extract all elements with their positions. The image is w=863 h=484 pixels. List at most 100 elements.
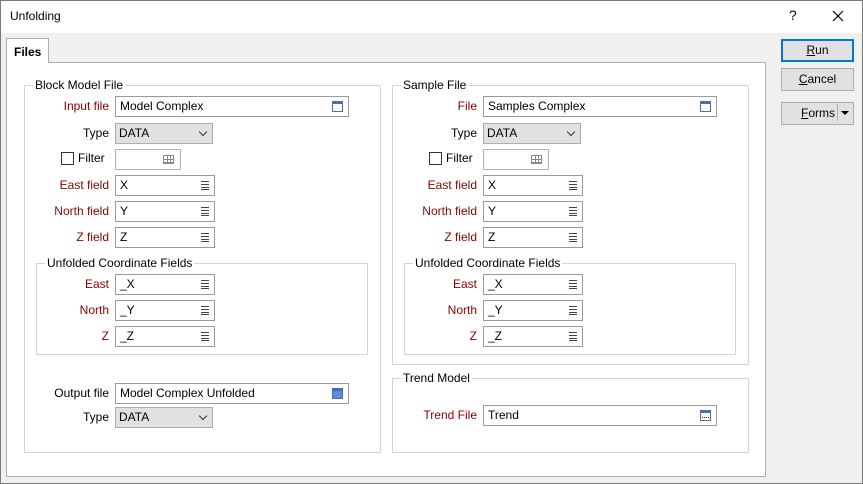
sample-z-label: Z field <box>444 230 477 244</box>
sample-filter-input[interactable] <box>483 149 549 170</box>
dropdown-arrow-icon[interactable] <box>841 111 849 115</box>
sample-unfolded-z-label: Z <box>469 329 477 343</box>
unfolded-east-label: East <box>84 277 109 291</box>
input-file-field[interactable]: Model Complex <box>115 96 349 117</box>
east-field-input[interactable]: X <box>115 175 215 196</box>
chevron-down-icon <box>198 411 208 421</box>
unfolding-dialog: Unfolding ? Files Block Model File Input… <box>0 0 863 484</box>
sample-unfolded-north-input[interactable]: _Y <box>483 300 583 321</box>
sample-unfolded-north-value: _Y <box>488 303 503 317</box>
trend-file-label: Trend File <box>423 408 477 422</box>
sample-group-label: Sample File <box>401 78 469 92</box>
list-icon[interactable] <box>201 332 209 341</box>
sample-z-value: Z <box>488 230 496 244</box>
list-icon[interactable] <box>569 280 577 289</box>
tab-files[interactable]: Files <box>6 38 49 63</box>
sample-unfolded-z-value: _Z <box>488 329 503 343</box>
type-select[interactable]: DATA <box>115 123 213 144</box>
filter-input[interactable] <box>115 149 181 170</box>
chevron-down-icon <box>566 127 576 137</box>
list-icon[interactable] <box>201 280 209 289</box>
east-field-value: X <box>120 178 129 192</box>
window-title: Unfolding <box>10 9 61 23</box>
trend-group-label: Trend Model <box>401 371 472 385</box>
list-icon[interactable] <box>569 332 577 341</box>
north-field-input[interactable]: Y <box>115 201 215 222</box>
list-icon[interactable] <box>569 181 577 190</box>
output-type-select[interactable]: DATA <box>115 407 213 428</box>
sample-unfolded-east-value: _X <box>488 277 503 291</box>
cancel-button[interactable]: Cancel <box>781 68 854 91</box>
list-icon[interactable] <box>569 233 577 242</box>
trend-file-value: Trend <box>488 408 519 422</box>
sample-east-input[interactable]: X <box>483 175 583 196</box>
sample-east-label: East field <box>427 178 477 192</box>
sample-unfolded-east-input[interactable]: _X <box>483 274 583 295</box>
type-select-value: DATA <box>119 126 150 140</box>
sample-filter-checkbox[interactable] <box>429 152 442 165</box>
sample-file-group: Sample File File Samples Complex Type DA… <box>392 78 749 365</box>
grid-icon[interactable] <box>163 155 174 164</box>
sample-type-label: Type <box>450 126 477 140</box>
run-button[interactable]: Run <box>781 39 854 62</box>
files-panel: Block Model File Input file Model Comple… <box>6 62 766 477</box>
east-field-label: East field <box>59 178 109 192</box>
forms-label: orms <box>808 106 836 120</box>
unfolded-north-value: _Y <box>120 303 135 317</box>
block-model-group-label: Block Model File <box>33 78 126 92</box>
filter-label: Filter <box>78 151 105 165</box>
sample-unfolded-north-label: North <box>447 303 477 317</box>
unfolded-east-input[interactable]: _X <box>115 274 215 295</box>
forms-split-divider <box>837 104 838 121</box>
title-bar: Unfolding ? <box>1 1 862 33</box>
sample-unfolded-group-label: Unfolded Coordinate Fields <box>413 256 563 270</box>
file-browse-icon[interactable] <box>332 101 343 112</box>
sample-z-input[interactable]: Z <box>483 227 583 248</box>
sample-north-input[interactable]: Y <box>483 201 583 222</box>
file-browse-icon[interactable] <box>332 388 343 399</box>
sample-north-value: Y <box>488 204 497 218</box>
list-icon[interactable] <box>201 306 209 315</box>
sample-east-value: X <box>488 178 497 192</box>
trend-file-field[interactable]: Trend <box>483 405 717 426</box>
output-type-value: DATA <box>119 410 150 424</box>
cancel-label: ancel <box>807 72 837 86</box>
output-file-value: Model Complex Unfolded <box>120 386 255 400</box>
help-button[interactable]: ? <box>789 7 797 23</box>
list-icon[interactable] <box>569 207 577 216</box>
unfolded-north-input[interactable]: _Y <box>115 300 215 321</box>
close-icon[interactable] <box>827 5 849 27</box>
file-browse-icon[interactable] <box>700 410 711 421</box>
grid-icon[interactable] <box>531 155 542 164</box>
list-icon[interactable] <box>201 181 209 190</box>
list-icon[interactable] <box>201 233 209 242</box>
file-browse-icon[interactable] <box>700 101 711 112</box>
sample-unfolded-group: Unfolded Coordinate Fields East _X North… <box>404 256 736 355</box>
run-accel: R <box>806 43 816 57</box>
unfolded-coordinates-group: Unfolded Coordinate Fields East _X North… <box>36 256 368 355</box>
z-field-value: Z <box>120 230 128 244</box>
sample-unfolded-east-label: East <box>452 277 477 291</box>
sample-file-label: File <box>457 99 477 113</box>
input-file-value: Model Complex <box>120 99 204 113</box>
sample-file-field[interactable]: Samples Complex <box>483 96 717 117</box>
north-field-value: Y <box>120 204 129 218</box>
unfolded-east-value: _X <box>120 277 135 291</box>
output-file-field[interactable]: Model Complex Unfolded <box>115 383 349 404</box>
sample-type-select[interactable]: DATA <box>483 123 581 144</box>
unfolded-group-label: Unfolded Coordinate Fields <box>45 256 195 270</box>
filter-checkbox[interactable] <box>61 152 74 165</box>
input-file-label: Input file <box>63 99 109 113</box>
trend-model-group: Trend Model Trend File Trend <box>392 371 749 453</box>
list-icon[interactable] <box>569 306 577 315</box>
sample-type-value: DATA <box>487 126 518 140</box>
unfolded-z-input[interactable]: _Z <box>115 326 215 347</box>
type-label: Type <box>82 126 109 140</box>
z-field-input[interactable]: Z <box>115 227 215 248</box>
sample-file-value: Samples Complex <box>488 99 586 113</box>
run-label: un <box>815 43 829 57</box>
unfolded-z-label: Z <box>101 329 109 343</box>
list-icon[interactable] <box>201 207 209 216</box>
sample-filter-label: Filter <box>446 151 473 165</box>
sample-unfolded-z-input[interactable]: _Z <box>483 326 583 347</box>
